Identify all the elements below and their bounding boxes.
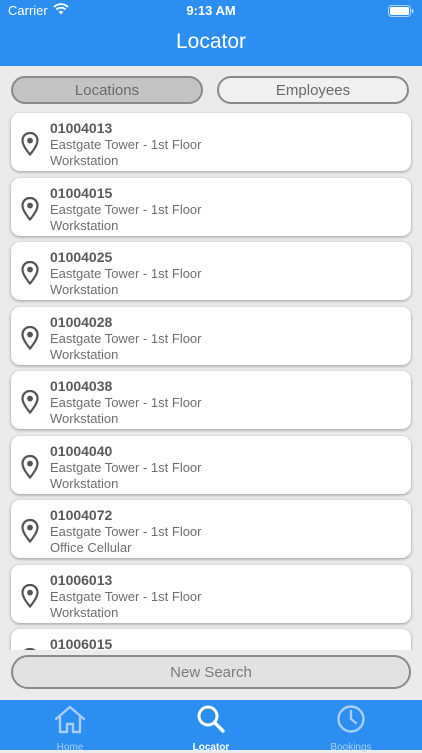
location-building: Eastgate Tower - 1st Floor — [50, 395, 202, 410]
tab-bookings[interactable]: Bookings — [281, 700, 421, 753]
location-pin-icon — [21, 647, 39, 650]
location-list[interactable]: 01004013 Eastgate Tower - 1st Floor Work… — [0, 112, 422, 650]
location-code: 01006015 — [50, 636, 113, 650]
clock-icon — [334, 700, 368, 739]
location-code: 01006013 — [50, 572, 113, 588]
location-card[interactable]: 01004072 Eastgate Tower - 1st Floor Offi… — [11, 500, 411, 558]
location-pin-icon — [21, 518, 39, 544]
location-building: Eastgate Tower - 1st Floor — [50, 202, 202, 217]
location-type: Workstation — [50, 605, 119, 620]
location-pin-icon — [21, 260, 39, 286]
location-pin-icon — [21, 583, 39, 609]
tab-home-label: Home — [56, 742, 84, 753]
location-pin-icon — [21, 325, 39, 351]
location-type: Office Cellular — [50, 540, 132, 555]
segment-locations[interactable]: Locations — [11, 76, 203, 104]
location-type: Workstation — [50, 218, 119, 233]
search-icon — [194, 700, 228, 739]
location-building: Eastgate Tower - 1st Floor — [50, 589, 202, 604]
location-code: 01004015 — [50, 185, 113, 201]
location-card[interactable]: 01004038 Eastgate Tower - 1st Floor Work… — [11, 371, 411, 429]
status-time: 9:13 AM — [186, 3, 236, 18]
location-type: Workstation — [50, 153, 119, 168]
location-code: 01004028 — [50, 314, 113, 330]
location-building: Eastgate Tower - 1st Floor — [50, 266, 202, 281]
location-code: 01004072 — [50, 507, 113, 523]
location-pin-icon — [21, 196, 39, 222]
header: Carrier 9:13 AM Locator — [0, 0, 422, 66]
location-building: Eastgate Tower - 1st Floor — [50, 137, 202, 152]
location-code: 01004038 — [50, 378, 113, 394]
location-building: Eastgate Tower - 1st Floor — [50, 460, 202, 475]
page-title: Locator — [175, 30, 247, 53]
status-bar: Carrier 9:13 AM — [0, 0, 422, 22]
location-type: Workstation — [50, 282, 119, 297]
location-type: Workstation — [50, 411, 119, 426]
tab-locator[interactable]: Locator — [141, 700, 281, 753]
location-building: Eastgate Tower - 1st Floor — [50, 331, 202, 346]
tab-bar: Home Locator Bookings — [0, 700, 422, 753]
location-card[interactable]: 01004013 Eastgate Tower - 1st Floor Work… — [11, 113, 411, 171]
segment-employees[interactable]: Employees — [217, 76, 409, 104]
location-card[interactable]: 01004040 Eastgate Tower - 1st Floor Work… — [11, 436, 411, 494]
segment-locations-label: Locations — [74, 81, 140, 99]
tab-home[interactable]: Home — [0, 700, 140, 753]
location-card[interactable]: 01006013 Eastgate Tower - 1st Floor Work… — [11, 565, 411, 623]
new-search-button[interactable]: New Search — [11, 655, 411, 689]
location-card[interactable]: 01004015 Eastgate Tower - 1st Floor Work… — [11, 178, 411, 236]
segment-employees-label: Employees — [275, 81, 351, 99]
location-code: 01004025 — [50, 249, 113, 265]
location-code: 01004013 — [50, 120, 113, 136]
location-pin-icon — [21, 389, 39, 415]
location-building: Eastgate Tower - 1st Floor — [50, 524, 202, 539]
location-pin-icon — [21, 454, 39, 480]
location-card[interactable]: 01004025 Eastgate Tower - 1st Floor Work… — [11, 242, 411, 300]
tab-bookings-label: Bookings — [330, 742, 372, 753]
new-search-label: New Search — [170, 663, 252, 681]
location-code: 01004040 — [50, 443, 113, 459]
battery-icon — [388, 5, 414, 17]
location-card[interactable]: 01006015 — [11, 629, 411, 650]
location-card[interactable]: 01004028 Eastgate Tower - 1st Floor Work… — [11, 307, 411, 365]
location-pin-icon — [21, 131, 39, 157]
tab-locator-label: Locator — [192, 742, 230, 753]
home-icon — [53, 700, 87, 739]
location-type: Workstation — [50, 476, 119, 491]
location-type: Workstation — [50, 347, 119, 362]
